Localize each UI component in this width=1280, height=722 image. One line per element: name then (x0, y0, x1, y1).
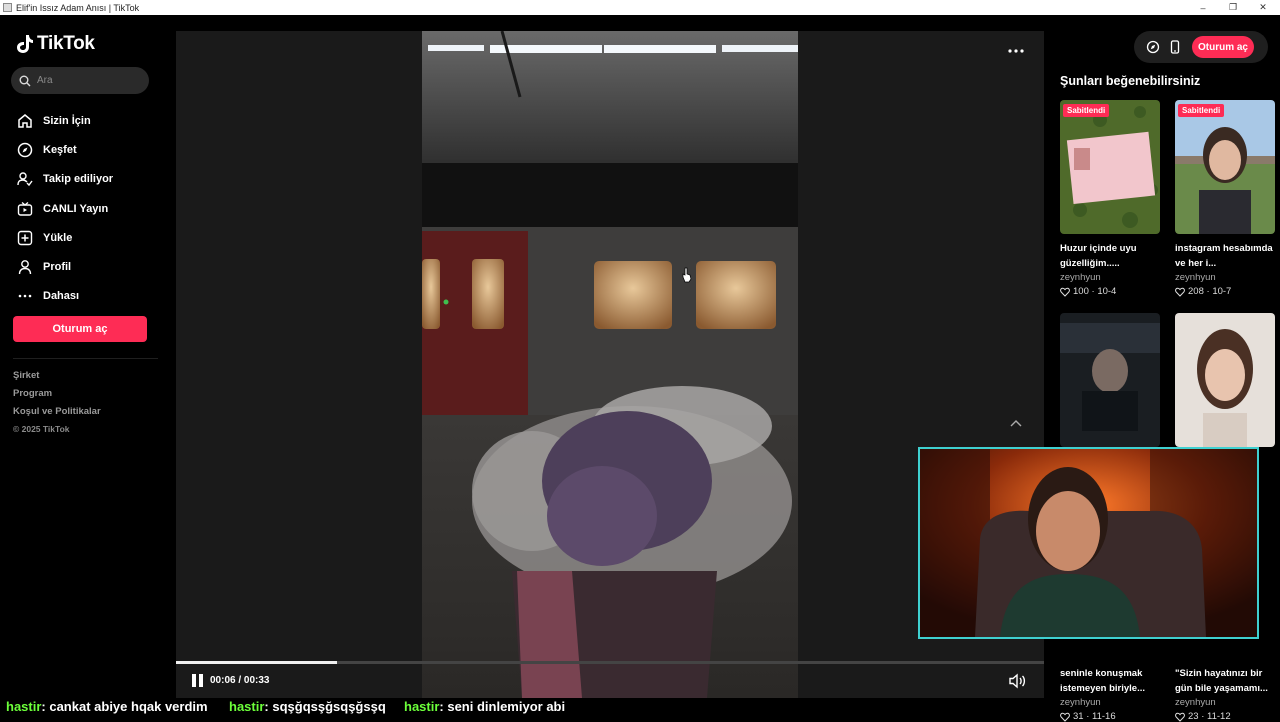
more-dots-icon[interactable] (1008, 41, 1024, 59)
login-button[interactable]: Oturum aç (13, 316, 147, 342)
nav-item-upload[interactable]: Yükle (16, 223, 113, 252)
chat-username: hastir (6, 699, 42, 714)
maximize-button[interactable]: ❐ (1218, 0, 1248, 15)
chat-text: : sqşğqsşğsqşğsşq (264, 699, 386, 714)
tiktok-logo-icon (17, 35, 33, 53)
search-icon (19, 75, 31, 86)
thumbnail-image (1060, 100, 1160, 234)
window-titlebar: Elif'in Issız Adam Anısı | TikTok – ❐ ✕ (0, 0, 1280, 15)
chat-message: hastir: cankat abiye hqak verdim (6, 699, 208, 714)
close-button[interactable]: ✕ (1248, 0, 1278, 15)
app-favicon-icon (3, 3, 12, 12)
window-title: Elif'in Issız Adam Anısı | TikTok (16, 2, 140, 13)
pinned-badge: Sabitlendi (1178, 104, 1225, 117)
upload-icon (16, 229, 34, 247)
rec-thumbnail[interactable]: Sabitlendi (1175, 100, 1275, 234)
rec-card-title: "Sizin hayatınızı bir gün bile yaşamamı.… (1175, 668, 1268, 694)
nav-label: Takip ediliyor (43, 173, 114, 186)
post-date: 10-4 (1097, 286, 1117, 297)
webcam-overlay (918, 447, 1259, 639)
volume-icon[interactable] (1008, 673, 1026, 689)
sidebar: TikTok Ara Sizin İçin Keşfet Takip edili… (0, 15, 162, 720)
rec-card-title: instagram hesabımda ve her i... (1175, 243, 1273, 269)
chat-username: hastir (229, 699, 265, 714)
stats-separator: · (1203, 286, 1213, 297)
chat-text: : seni dinlemiyor abi (439, 699, 566, 714)
device-icon[interactable] (1168, 40, 1182, 54)
footer-link-terms[interactable]: Koşul ve Politikalar (13, 406, 101, 424)
search-placeholder: Ara (37, 75, 53, 86)
video-frame[interactable] (422, 31, 798, 698)
chat-message: hastir: seni dinlemiyor abi (404, 699, 565, 714)
nav-item-following[interactable]: Takip ediliyor (16, 165, 113, 194)
rec-card-author[interactable]: zeynhyun (1175, 272, 1216, 283)
rec-card-author[interactable]: zeynhyun (1060, 272, 1101, 283)
tiktok-logo[interactable]: TikTok (16, 33, 95, 55)
nav-label: Dahası (43, 290, 80, 303)
thumbnail-image (1060, 313, 1160, 447)
nav-label: CANLI Yayın (43, 202, 109, 215)
pause-button[interactable] (192, 674, 204, 687)
video-content-image (422, 31, 798, 698)
tiktok-wordmark: TikTok (37, 33, 95, 54)
post-date: 10-7 (1212, 286, 1232, 297)
nav-item-for-you[interactable]: Sizin İçin (16, 106, 113, 135)
more-icon (16, 287, 34, 305)
pause-bar (192, 674, 196, 687)
live-icon (16, 200, 34, 218)
footer-link-program[interactable]: Program (13, 388, 101, 406)
compass-icon[interactable] (1146, 40, 1160, 54)
rec-card-stats: 100 · 10-4 (1060, 286, 1116, 297)
rec-thumbnail[interactable] (1060, 313, 1160, 447)
likes-count: 100 (1073, 286, 1089, 297)
rec-thumbnail[interactable]: Sabitlendi (1060, 100, 1160, 234)
main-nav: Sizin İçin Keşfet Takip ediliyor CANLI Y… (16, 106, 113, 311)
video-player[interactable]: 00:06 / 00:33 (176, 31, 1044, 698)
nav-label: Yükle (43, 231, 73, 244)
nav-label: Profil (43, 261, 72, 274)
rec-thumbnail[interactable] (1175, 313, 1275, 447)
thumbnail-image (1175, 313, 1275, 447)
recommendations-title: Şunları beğenebilirsiniz (1060, 74, 1201, 88)
heart-icon (1060, 287, 1070, 297)
copyright: © 2025 TikTok (13, 424, 70, 434)
footer-link-company[interactable]: Şirket (13, 370, 101, 388)
chevron-up-icon[interactable] (1010, 416, 1022, 430)
stats-separator: · (1088, 286, 1098, 297)
webcam-image (920, 449, 1257, 637)
progress-bar[interactable] (176, 661, 1044, 664)
top-action-group: Oturum aç (1134, 31, 1268, 63)
header-login-button[interactable]: Oturum aç (1192, 36, 1254, 58)
progress-fill (176, 661, 337, 664)
nav-label: Keşfet (43, 143, 77, 156)
following-icon (16, 170, 34, 188)
pinned-badge: Sabitlendi (1063, 104, 1110, 117)
hand-cursor-icon (682, 267, 692, 283)
stream-chat: hastir: cankat abiye hqak verdim hastir:… (0, 697, 1280, 720)
minimize-button[interactable]: – (1188, 0, 1218, 15)
likes-count: 208 (1188, 286, 1204, 297)
compass-icon (16, 141, 34, 159)
chat-username: hastir (404, 699, 440, 714)
player-controls: 00:06 / 00:33 (176, 670, 1044, 692)
search-input[interactable]: Ara (11, 67, 149, 94)
rec-card-stats: 208 · 10-7 (1175, 286, 1231, 297)
rec-card-title: Huzur içinde uyu güzelliğim..... (1060, 243, 1137, 269)
profile-icon (16, 258, 34, 276)
thumbnail-image (1175, 100, 1275, 234)
time-display: 00:06 / 00:33 (210, 675, 270, 686)
chat-message: hastir: sqşğqsşğsqşğsşq (229, 699, 386, 714)
rec-card-title: seninle konuşmak istemeyen biriyle... (1060, 668, 1146, 694)
sidebar-divider (13, 358, 158, 359)
nav-item-explore[interactable]: Keşfet (16, 135, 113, 164)
chat-text: : cankat abiye hqak verdim (41, 699, 208, 714)
pause-bar (199, 674, 203, 687)
nav-item-more[interactable]: Dahası (16, 282, 113, 311)
nav-label: Sizin İçin (43, 114, 91, 127)
nav-item-live[interactable]: CANLI Yayın (16, 194, 113, 223)
nav-item-profile[interactable]: Profil (16, 252, 113, 281)
home-icon (16, 112, 34, 130)
heart-icon (1175, 287, 1185, 297)
footer-links: Şirket Program Koşul ve Politikalar © 20… (13, 370, 101, 442)
